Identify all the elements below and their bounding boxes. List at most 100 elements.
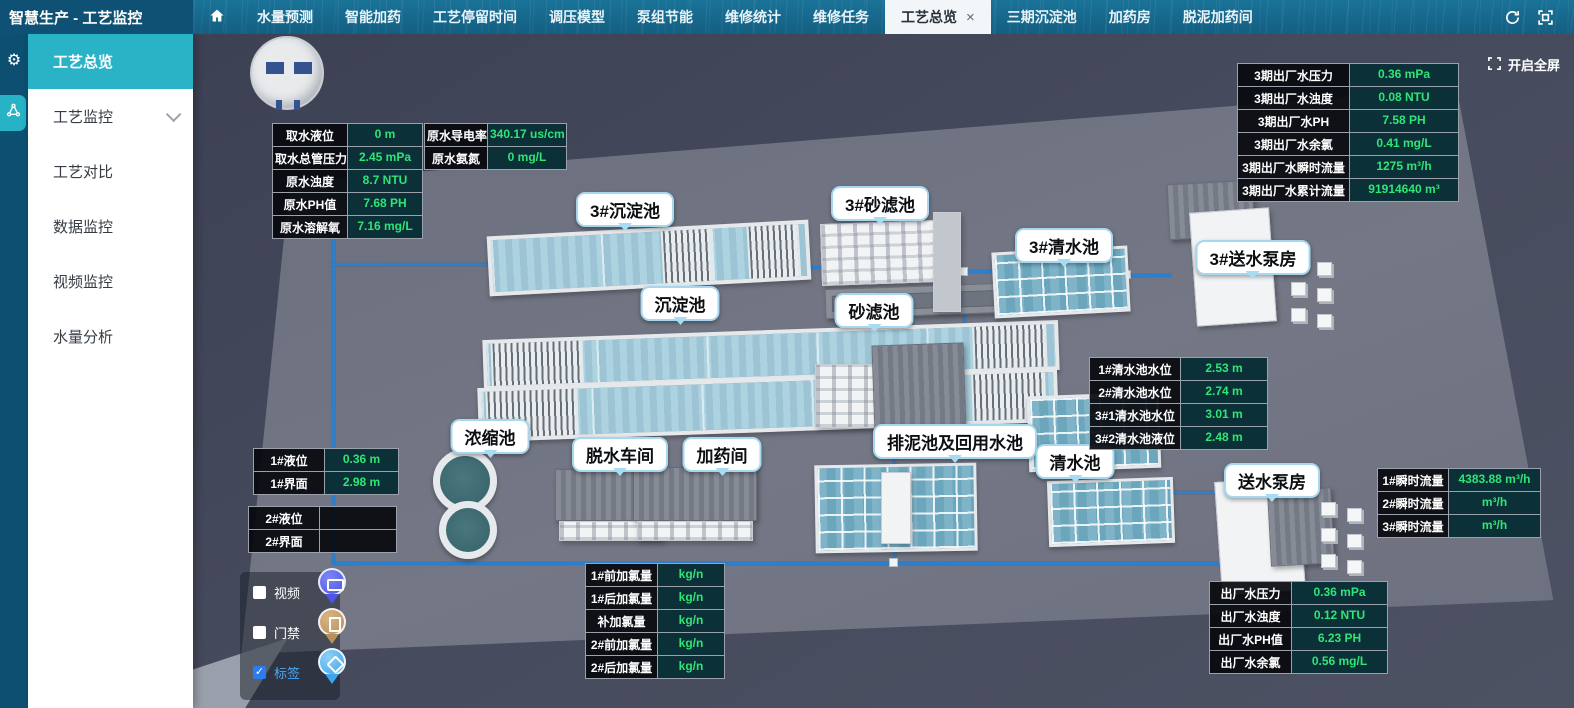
thickener1-panel: 1#液位0.36 m 1#界面2.98 m <box>253 449 399 495</box>
top-nav: 水量预测 智能加药 工艺停留时间 调压模型 泵组节能 维修统计 维修任务 工艺总… <box>193 0 1504 34</box>
tag-checkbox[interactable]: ✓ <box>253 666 266 679</box>
tab-home[interactable] <box>193 0 241 34</box>
metric-row: 原水PH值7.68 PH <box>272 192 423 216</box>
metric-row: 原水氨氮0 mg/L <box>424 146 567 170</box>
bubble-sand-filter-3[interactable]: 3#砂滤池 <box>831 186 929 221</box>
metric-row: 3期出厂水PH7.58 PH <box>1237 109 1459 133</box>
pump-unit <box>1347 508 1362 522</box>
bubble-clearwater-3[interactable]: 3#清水池 <box>1015 228 1113 263</box>
tab-pump-energy[interactable]: 泵组节能 <box>621 0 709 34</box>
sidebar: 工艺总览 工艺监控 工艺对比 数据监控 视频监控 水量分析 <box>28 34 193 708</box>
bubble-pump-house[interactable]: 送水泵房 <box>1224 463 1320 498</box>
sidebar-item-video-monitoring[interactable]: 视频监控 <box>28 254 193 309</box>
pump-unit <box>1317 288 1332 302</box>
door-checkbox[interactable] <box>253 626 266 639</box>
bubble-sedimentation[interactable]: 沉淀池 <box>641 286 720 321</box>
tab-pressure-model[interactable]: 调压模型 <box>533 0 621 34</box>
metric-row: 原水导电率340.17 us/cm <box>424 123 567 147</box>
thickener2-panel: 2#液位 2#界面 <box>248 507 397 553</box>
tag-layer-label: 标签 <box>274 663 300 682</box>
pipe <box>332 562 1227 565</box>
chlorine-panel: 1#前加氯量kg/n 1#后加氯量kg/n 补加氯量kg/n 2#前加氯量kg/… <box>585 564 725 679</box>
metric-row: 3期出厂水累计流量91914640 m³ <box>1237 178 1459 202</box>
close-tab-icon[interactable]: × <box>966 9 975 26</box>
intake-panel: 取水液位0 m 取水总管压力2.45 mPa 原水浊度8.7 NTU 原水PH值… <box>272 124 423 239</box>
metric-row: 1#瞬时流量4383.88 m³/h <box>1377 468 1541 492</box>
tab-maintenance-tasks[interactable]: 维修任务 <box>797 0 885 34</box>
open-fullscreen-button[interactable]: 开启全屏 <box>1487 55 1560 74</box>
sludge-pool-walkway <box>881 472 911 544</box>
metric-row: 原水浊度8.7 NTU <box>272 169 423 193</box>
metric-row: 2#瞬时流量m³/h <box>1377 491 1541 515</box>
raw-water-panel: 原水导电率340.17 us/cm 原水氨氮0 mg/L <box>424 124 567 170</box>
clearwater-pool-b <box>1047 477 1175 547</box>
pump-unit <box>1317 262 1332 276</box>
pump-unit <box>1321 528 1336 542</box>
pump-unit <box>1317 314 1332 328</box>
video-checkbox[interactable] <box>253 586 266 599</box>
dosing-room-roof <box>633 467 757 521</box>
alarm-gear-icon[interactable]: ⚙ <box>0 50 28 69</box>
app-title: 智慧生产 - 工艺监控 <box>0 0 193 34</box>
metric-row: 1#后加氯量kg/n <box>585 586 725 610</box>
metric-row: 出厂水压力0.36 mPa <box>1209 581 1388 605</box>
metric-row: 1#液位0.36 m <box>253 448 399 472</box>
metric-row: 3期出厂水浊度0.08 NTU <box>1237 86 1459 110</box>
video-pin-icon[interactable] <box>316 568 348 610</box>
metric-row: 3期出厂水压力0.36 mPa <box>1237 63 1459 87</box>
metric-row: 3期出厂水瞬时流量1275 m³/h <box>1237 155 1459 179</box>
icon-rail: ⚙ <box>0 34 28 708</box>
dosing-room-wall <box>637 521 753 541</box>
bubble-sedimentation-3[interactable]: 3#沉淀池 <box>576 192 674 227</box>
tab-sludge-dosing-room[interactable]: 脱泥加药间 <box>1167 0 1269 34</box>
metric-row: 出厂水PH值6.23 PH <box>1209 627 1388 651</box>
tab-dosing-room[interactable]: 加药房 <box>1093 0 1167 34</box>
process-module-button[interactable] <box>0 95 26 131</box>
bubble-thickener[interactable]: 浓缩池 <box>451 419 530 454</box>
home-icon <box>209 8 225 26</box>
bubble-dewatering-workshop[interactable]: 脱水车间 <box>572 437 668 472</box>
sidebar-item-data-monitoring[interactable]: 数据监控 <box>28 199 193 254</box>
tab-water-forecast[interactable]: 水量预测 <box>241 0 329 34</box>
metric-row: 2#后加氯量kg/n <box>585 655 725 679</box>
sidebar-item-process-overview[interactable]: 工艺总览 <box>28 34 193 89</box>
bubble-sand-filter[interactable]: 砂滤池 <box>835 293 914 328</box>
metric-row: 2#前加氯量kg/n <box>585 632 725 656</box>
sand-filter-roof-wing <box>871 342 966 433</box>
tab-retention-time[interactable]: 工艺停留时间 <box>417 0 533 34</box>
tab-smart-dosing[interactable]: 智能加药 <box>329 0 417 34</box>
pump-unit <box>1291 308 1306 322</box>
sidebar-item-process-monitoring[interactable]: 工艺监控 <box>28 89 193 144</box>
door-layer-label: 门禁 <box>274 623 300 642</box>
sidebar-item-process-comparison[interactable]: 工艺对比 <box>28 144 193 199</box>
metric-row: 3#1清水池水位3.01 m <box>1089 403 1268 427</box>
pump-flow-panel: 1#瞬时流量4383.88 m³/h 2#瞬时流量m³/h 3#瞬时流量m³/h <box>1377 469 1541 538</box>
layer-row-video: 视频 <box>240 572 340 612</box>
tab-phase3-sedimentation[interactable]: 三期沉淀池 <box>991 0 1093 34</box>
metric-row: 3期出厂水余氯0.41 mg/L <box>1237 132 1459 156</box>
tab-process-overview[interactable]: 工艺总览 × <box>885 0 991 34</box>
tab-maintenance-stats[interactable]: 维修统计 <box>709 0 797 34</box>
pump-unit <box>1291 282 1306 296</box>
fullscreen-brackets-icon <box>1487 56 1502 74</box>
metric-row: 2#液位 <box>248 506 397 530</box>
tag-pin-icon[interactable] <box>316 648 348 690</box>
bubble-pump-house-3[interactable]: 3#送水泵房 <box>1196 240 1311 275</box>
video-layer-label: 视频 <box>274 583 300 602</box>
bubble-sludge-reuse-pool[interactable]: 排泥池及回用水池 <box>873 424 1037 459</box>
door-pin-icon[interactable] <box>316 608 348 650</box>
bubble-dosing-room[interactable]: 加药间 <box>683 437 762 472</box>
metric-row: 2#界面 <box>248 529 397 553</box>
fullscreen-icon[interactable] <box>1537 9 1554 26</box>
metric-row: 出厂水余氯0.56 mg/L <box>1209 650 1388 674</box>
metric-row: 3#2清水池液位2.48 m <box>1089 426 1268 450</box>
circular-tank <box>250 36 324 110</box>
phase3-outlet-panel: 3期出厂水压力0.36 mPa 3期出厂水浊度0.08 NTU 3期出厂水PH7… <box>1237 64 1459 202</box>
pump-unit <box>1321 502 1336 516</box>
pipe <box>332 263 490 266</box>
metric-row: 1#界面2.98 m <box>253 471 399 495</box>
sidebar-item-water-analysis[interactable]: 水量分析 <box>28 309 193 364</box>
refresh-icon[interactable] <box>1504 9 1521 26</box>
top-bar: 智慧生产 - 工艺监控 水量预测 智能加药 工艺停留时间 调压模型 泵组节能 维… <box>0 0 1574 34</box>
outlet-panel: 出厂水压力0.36 mPa 出厂水浊度0.12 NTU 出厂水PH值6.23 P… <box>1209 582 1388 674</box>
